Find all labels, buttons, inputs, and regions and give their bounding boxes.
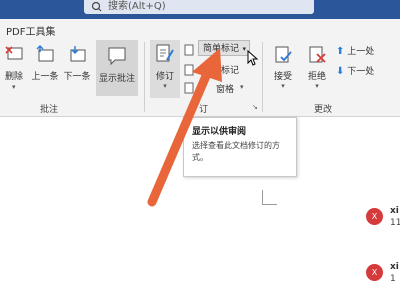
next-change-button[interactable]: ⬇ 下一处	[336, 64, 374, 77]
chevron-down-icon: ▾	[315, 82, 319, 90]
title-bar: 搜索(Alt+Q)	[0, 0, 400, 19]
search-placeholder: 搜索(Alt+Q)	[108, 1, 166, 12]
previous-change-button[interactable]: ⬆ 上一处	[336, 44, 374, 57]
delete-label: 删除	[4, 72, 23, 82]
chevron-down-icon[interactable]: ▾	[240, 83, 244, 91]
next-comment-icon	[70, 46, 86, 62]
tooltip-title: 显示以供审阅	[192, 127, 247, 137]
markup-view-value: 简单标记	[203, 44, 240, 54]
previous-comment-button[interactable]: 上一条	[30, 44, 60, 82]
pane-label: 窗格	[216, 85, 235, 95]
show-markup-icon	[184, 64, 194, 76]
next-comment-button[interactable]: 下一条	[62, 44, 92, 82]
group-label-tracking: 订	[199, 105, 209, 115]
previous-change-icon: ⬆	[336, 46, 345, 57]
track-changes-button[interactable]: 修订 ▾	[150, 40, 180, 98]
comment-card[interactable]: X xi 11	[366, 206, 400, 230]
tooltip-description: 选择查看此文档修订的方式。	[192, 141, 280, 162]
track-changes-label: 修订	[155, 72, 174, 82]
comment-number: 1	[390, 274, 396, 284]
avatar: X	[366, 264, 383, 281]
next-change-label: 下一处	[347, 67, 375, 77]
dialog-launcher-icon[interactable]: ↘	[252, 103, 258, 111]
comment-author: xi	[390, 206, 399, 216]
comment-card[interactable]: X xi 1	[366, 262, 400, 286]
reject-label: 拒绝	[307, 72, 326, 82]
track-changes-icon	[156, 44, 174, 62]
previous-comment-icon	[36, 45, 54, 62]
group-divider	[144, 42, 145, 112]
next-change-icon: ⬇	[336, 66, 345, 77]
markup-view-dropdown[interactable]: 简单标记 ▾	[198, 40, 250, 56]
group-label-comments: 批注	[40, 105, 59, 115]
accept-label: 接受	[273, 72, 292, 82]
show-comments-label: 显示批注	[98, 74, 135, 84]
previous-label: 上一条	[31, 72, 59, 82]
show-markup-label: 示标记	[212, 66, 240, 76]
show-markup-button[interactable]: 示标记	[212, 63, 239, 76]
mouse-cursor-icon	[247, 50, 259, 66]
group-divider	[262, 42, 263, 112]
ribbon: 删除 ▾ 上一条 下一条 显示批注 批注 修订 ▾ 简单标记 ▾ 示标记 窗格 …	[0, 36, 400, 117]
comment-number: 11	[390, 218, 400, 228]
page-margin-mark	[262, 190, 277, 205]
reviewing-pane-button[interactable]: 窗格	[216, 82, 234, 95]
previous-change-label: 上一处	[347, 47, 375, 57]
group-label-changes: 更改	[314, 105, 333, 115]
reject-button[interactable]: 拒绝 ▾	[302, 44, 332, 90]
chevron-down-icon: ▾	[163, 82, 167, 90]
delete-comment-button[interactable]: 删除	[2, 44, 26, 82]
chevron-down-icon: ▾	[242, 45, 246, 53]
show-comments-button[interactable]: 显示批注	[96, 40, 138, 96]
chevron-down-icon: ▾	[281, 82, 285, 90]
search-box[interactable]: 搜索(Alt+Q)	[84, 0, 314, 14]
next-label: 下一条	[63, 72, 91, 82]
chevron-down-icon[interactable]: ▾	[12, 83, 16, 91]
delete-comment-icon	[5, 46, 23, 60]
accept-icon	[275, 46, 292, 63]
display-for-review-icon	[184, 44, 194, 56]
reject-icon	[309, 46, 326, 63]
reviewing-pane-icon	[184, 82, 194, 94]
search-icon	[91, 1, 102, 12]
tooltip: 显示以供审阅 选择查看此文档修订的方式。	[183, 117, 297, 177]
show-comments-icon	[108, 47, 126, 66]
accept-button[interactable]: 接受 ▾	[268, 44, 298, 90]
avatar: X	[366, 208, 383, 225]
comment-author: xi	[390, 262, 399, 272]
